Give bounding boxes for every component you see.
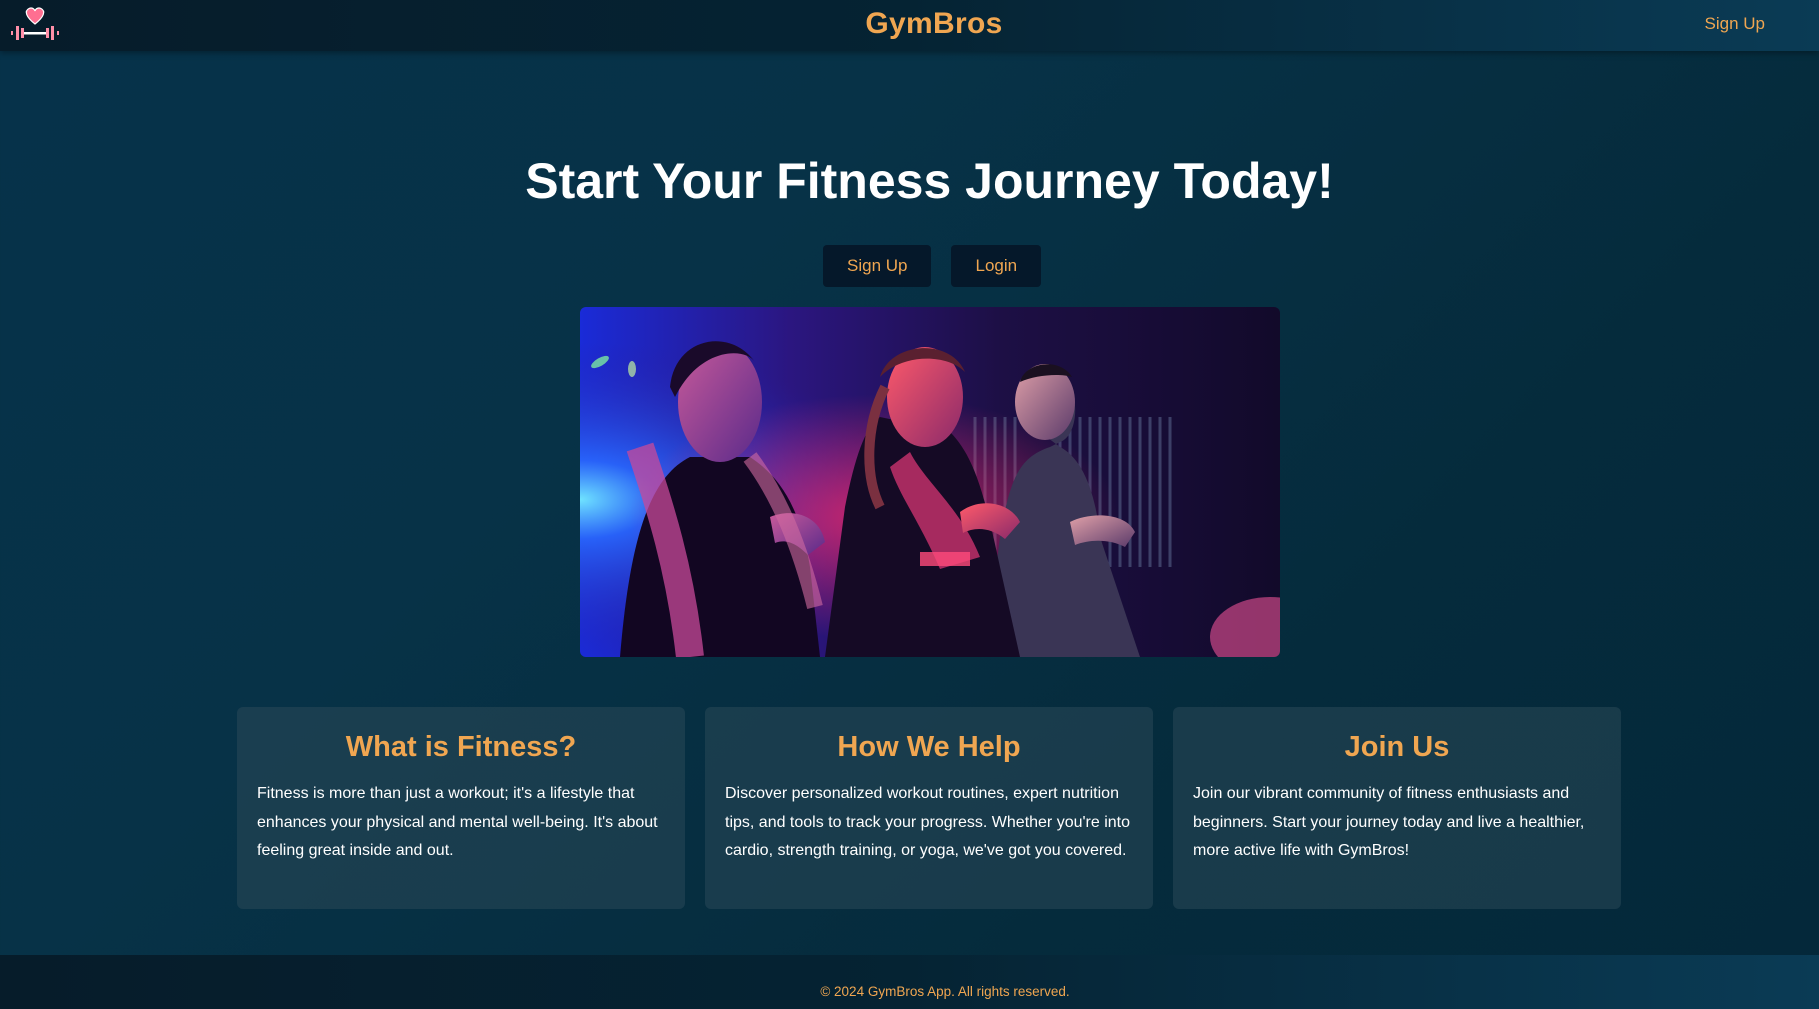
hero-title: Start Your Fitness Journey Today! xyxy=(525,153,1334,209)
info-cards: What is Fitness? Fitness is more than ju… xyxy=(237,707,1621,909)
card-text: Join our vibrant community of fitness en… xyxy=(1193,785,1585,859)
card-title: How We Help xyxy=(837,731,1021,763)
card-join-us: Join Us Join our vibrant community of fi… xyxy=(1173,707,1621,909)
card-title: What is Fitness? xyxy=(345,731,577,763)
copyright-text: © 2024 GymBros App. All rights reserved. xyxy=(820,984,1070,999)
top-navbar: GymBros Sign Up xyxy=(0,0,1819,51)
card-how-we-help: How We Help Discover personalized workou… xyxy=(705,707,1153,909)
login-button[interactable]: Login xyxy=(951,245,1042,287)
brand-title-text[interactable]: GymBros xyxy=(865,7,1002,40)
card-title: Join Us xyxy=(1344,731,1450,763)
heart-dumbbell-icon[interactable] xyxy=(10,4,60,44)
nav-signup-link[interactable]: Sign Up xyxy=(1705,14,1765,34)
hero-buttons: Sign Up Login xyxy=(823,245,1042,287)
card-text: Discover personalized workout routines, … xyxy=(725,785,1131,859)
signup-button[interactable]: Sign Up xyxy=(823,245,932,287)
card-what-is-fitness: What is Fitness? Fitness is more than ju… xyxy=(237,707,685,909)
page-footer: © 2024 GymBros App. All rights reserved. xyxy=(0,955,1819,1009)
card-text: Fitness is more than just a workout; it'… xyxy=(257,785,658,859)
gym-runners-photo xyxy=(580,307,1280,657)
brand-title: GymBros xyxy=(0,7,1819,41)
